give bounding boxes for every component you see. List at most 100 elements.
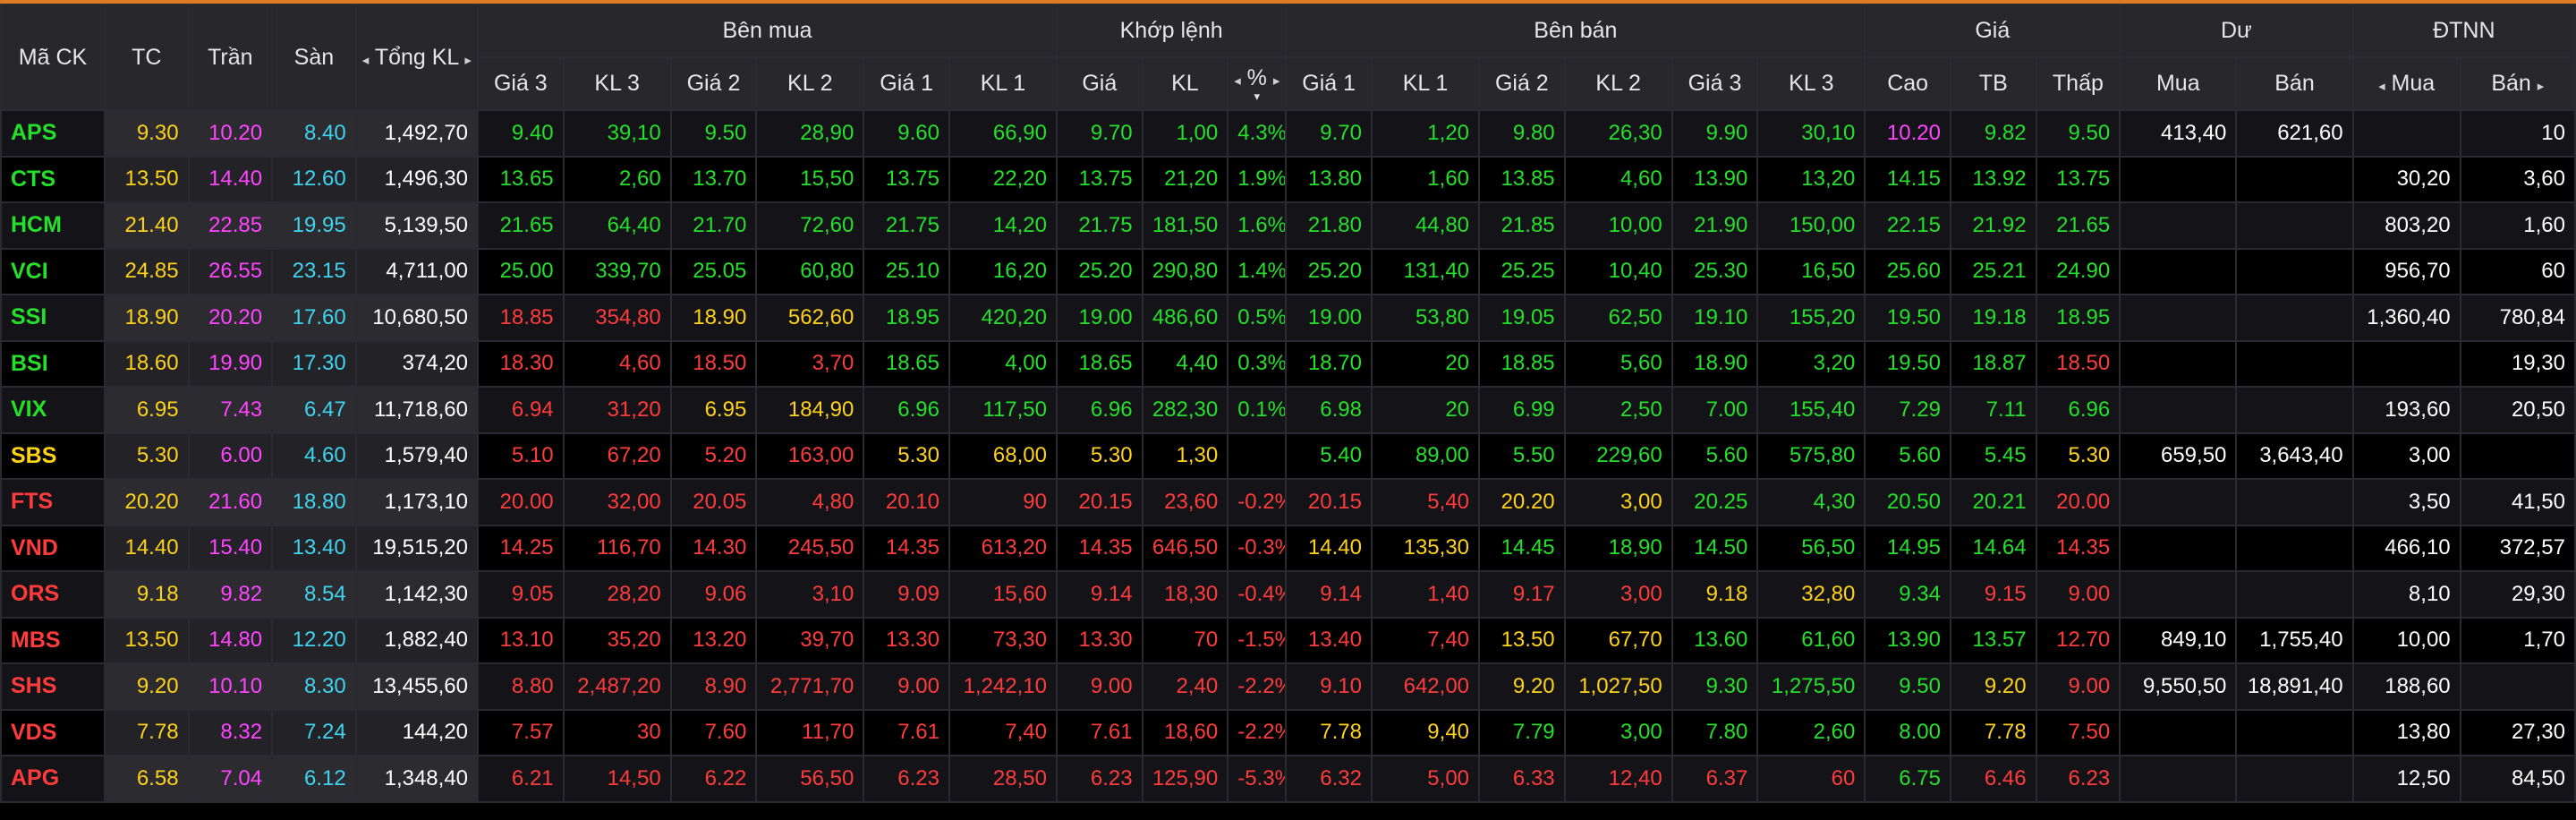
col-header-sell-price3[interactable]: Giá 3 [1671,56,1759,111]
surplus-buy-cell [2119,155,2238,203]
toggle-right-icon[interactable]: ▸ [1273,73,1280,89]
symbol-cell[interactable]: APG [0,755,106,803]
symbol-cell[interactable]: FTS [0,478,106,526]
table-row[interactable]: CTS 13.50 14.40 12.60 1,496,30 13.65 2,60 13.70… [0,155,2576,203]
symbol-cell[interactable]: HCM [0,201,106,250]
table-row[interactable]: VIX 6.95 7.43 6.47 11,718,60 6.94 31,20 6.95 184… [0,386,2576,434]
buy-vol3-cell: 64,40 [562,201,672,250]
toggle-left-icon[interactable]: ◂ [1234,73,1241,89]
table-row[interactable]: BSI 18.60 19.90 17.30 374,20 18.30 4,60 18.50 3,… [0,339,2576,388]
col-header-low[interactable]: Thấp [2035,56,2121,111]
col-header-buy-vol2[interactable]: KL 2 [755,56,865,111]
ceiling-price-cell: 8.32 [187,708,274,756]
symbol-cell[interactable]: VND [0,524,106,572]
symbol-cell[interactable]: VCI [0,247,106,295]
buy-vol3-cell: 354,80 [562,294,672,342]
table-row[interactable]: APS 9.30 10.20 8.40 1,492,70 9.40 39,10 9.50 28,… [0,109,2576,158]
buy-vol2-cell: 245,50 [755,524,865,572]
buy-vol1-cell: 613,20 [948,524,1058,572]
col-header-total-volume[interactable]: ◂ Tổng KL ▸ [354,4,480,111]
sell-price1-cell: 21.80 [1285,201,1373,250]
buy-vol2-cell: 72,60 [755,201,865,250]
match-price-cell: 14.35 [1055,524,1143,572]
high-cell: 9.34 [1864,570,1951,619]
col-header-sell-vol2[interactable]: KL 2 [1563,56,1673,111]
col-header-buy-vol1[interactable]: KL 1 [948,56,1058,111]
col-header-match-percent[interactable]: ◂ % ▸ ▾ [1227,56,1288,111]
table-row[interactable]: APG 6.58 7.04 6.12 1,348,40 6.21 14,50 6.22 56,5… [0,755,2576,803]
buy-price1-cell: 13.75 [863,155,950,203]
symbol-cell[interactable]: BSI [0,339,106,388]
group-header-price: Giá [1864,4,2121,58]
table-row[interactable]: HCM 21.40 22.85 19.95 5,139,50 21.65 64,40 21.7… [0,201,2576,250]
foreign-left-icon[interactable]: ◂ [2378,79,2385,94]
foreign-sell-cell: 1,60 [2459,201,2576,250]
foreign-right-icon[interactable]: ▸ [2538,79,2545,94]
col-header-surplus-buy[interactable]: Mua [2119,56,2238,111]
symbol-cell[interactable]: APS [0,109,106,158]
match-vol-cell: 1,00 [1141,109,1229,158]
col-header-high[interactable]: Cao [1864,56,1951,111]
sell-price3-cell: 7.00 [1671,386,1759,434]
floor-price-cell: 8.30 [271,662,357,711]
ceiling-price-cell: 20.20 [187,294,274,342]
high-cell: 22.15 [1864,201,1951,250]
match-percent-cell: 4.3% [1227,109,1288,158]
col-header-symbol[interactable]: Mã CK [0,4,106,111]
col-header-foreign-buy[interactable]: ◂ Mua [2351,56,2461,111]
col-header-surplus-sell[interactable]: Bán [2235,56,2354,111]
col-header-sell-price1[interactable]: Giá 1 [1285,56,1373,111]
sell-vol2-cell: 3,00 [1563,708,1673,756]
buy-vol1-cell: 7,40 [948,708,1058,756]
buy-vol2-cell: 60,80 [755,247,865,295]
buy-vol1-cell: 4,00 [948,339,1058,388]
col-header-sell-vol3[interactable]: KL 3 [1756,56,1866,111]
table-row[interactable]: MBS 13.50 14.80 12.20 1,882,40 13.10 35,20 13.2… [0,616,2576,664]
table-row[interactable]: SHS 9.20 10.10 8.30 13,455,60 8.80 2,487,20 8.9… [0,662,2576,711]
col-header-floor[interactable]: Sàn [271,4,357,111]
symbol-cell[interactable]: CTS [0,155,106,203]
table-row[interactable]: SSI 18.90 20.20 17.60 10,680,50 18.85 354,80 18… [0,294,2576,342]
table-row[interactable]: FTS 20.20 21.60 18.80 1,173,10 20.00 32,00 20.0… [0,478,2576,526]
table-row[interactable]: SBS 5.30 6.00 4.60 1,579,40 5.10 67,20 5.20 163,… [0,431,2576,480]
col-header-buy-price1[interactable]: Giá 1 [863,56,950,111]
scroll-right-icon[interactable]: ▸ [464,53,472,68]
symbol-cell[interactable]: SSI [0,294,106,342]
low-cell: 14.35 [2035,524,2121,572]
col-header-sell-vol1[interactable]: KL 1 [1370,56,1481,111]
foreign-sell-cell: 19,30 [2459,339,2576,388]
table-row[interactable]: VND 14.40 15.40 13.40 19,515,20 14.25 116,70 14… [0,524,2576,572]
group-header-sell: Bên bán [1285,4,1866,58]
ref-price-cell: 13.50 [103,616,190,664]
col-header-avg[interactable]: TB [1949,56,2037,111]
foreign-sell-cell: 3,60 [2459,155,2576,203]
ceiling-price-cell: 19.90 [187,339,274,388]
symbol-cell[interactable]: SHS [0,662,106,711]
symbol-cell[interactable]: SBS [0,431,106,480]
sell-price1-cell: 13.80 [1285,155,1373,203]
scroll-left-icon[interactable]: ◂ [362,53,370,68]
col-header-match-price[interactable]: Giá [1055,56,1143,111]
col-header-ref[interactable]: TC [103,4,190,111]
table-row[interactable]: ORS 9.18 9.82 8.54 1,142,30 9.05 28,20 9.06 3,10… [0,570,2576,619]
col-header-match-vol[interactable]: KL [1141,56,1229,111]
surplus-sell-cell [2235,339,2354,388]
sort-desc-icon[interactable]: ▾ [1229,90,1284,102]
table-row[interactable]: VCI 24.85 26.55 23.15 4,711,00 25.00 339,70 25.… [0,247,2576,295]
symbol-cell[interactable]: ORS [0,570,106,619]
match-percent-cell: -1.5% [1227,616,1288,664]
table-row[interactable]: VDS 7.78 8.32 7.24 144,20 7.57 30 7.60 11,70 7.61… [0,708,2576,756]
col-header-buy-vol3[interactable]: KL 3 [562,56,672,111]
col-header-foreign-sell[interactable]: Bán ▸ [2459,56,2576,111]
sell-vol1-cell: 7,40 [1370,616,1481,664]
symbol-cell[interactable]: VIX [0,386,106,434]
col-header-buy-price3[interactable]: Giá 3 [477,56,565,111]
symbol-cell[interactable]: VDS [0,708,106,756]
col-header-ceiling[interactable]: Trần [187,4,274,111]
col-header-sell-price2[interactable]: Giá 2 [1478,56,1566,111]
match-price-cell: 6.23 [1055,755,1143,803]
col-header-buy-price2[interactable]: Giá 2 [669,56,758,111]
buy-vol2-cell: 562,60 [755,294,865,342]
symbol-cell[interactable]: MBS [0,616,106,664]
match-vol-cell: 2,40 [1141,662,1229,711]
